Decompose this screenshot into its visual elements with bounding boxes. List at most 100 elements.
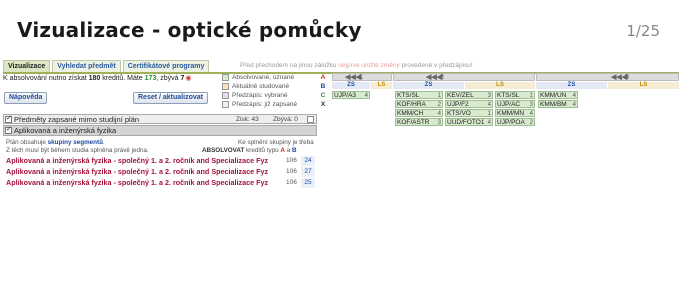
cell-credits: 4 bbox=[529, 111, 533, 117]
plan-course-cell[interactable]: UJP/POA 2 bbox=[495, 118, 535, 126]
info-r2e: B bbox=[291, 147, 297, 154]
plan-course-cell[interactable]: KMM/CH 4 bbox=[395, 109, 443, 117]
legend-code: C bbox=[320, 92, 326, 99]
slide-title: Vizualizace - optické pomůcky bbox=[17, 18, 362, 42]
course-row[interactable]: Aplikovaná a inženýrská fyzika - společn… bbox=[6, 178, 317, 188]
credits-summary: K absolvování nutno získat 180 kreditů. … bbox=[3, 74, 191, 82]
plan-course-cell[interactable]: KEV/ZEL 3 bbox=[445, 91, 493, 99]
course-count: 24 bbox=[301, 156, 315, 166]
cell-credits: 3 bbox=[437, 120, 441, 126]
plan-course-cell[interactable]: KTS/SL 1 bbox=[395, 91, 443, 99]
plan-course-cell[interactable]: UJP/AC 3 bbox=[495, 100, 535, 108]
cell-credits: 4 bbox=[487, 120, 491, 126]
tab-note-pre: Před přechodem na jinou záložku bbox=[240, 62, 339, 69]
legend: Absolvované, uznané A Aktuálně studované B… bbox=[222, 73, 327, 109]
cell-code: KTS/SL bbox=[397, 92, 420, 99]
year-header: ◀◀◀ 3 bbox=[536, 73, 679, 81]
credits-text-2: kreditů. Máte bbox=[100, 75, 145, 82]
course-name[interactable]: Aplikovaná a inženýrská fyzika - společn… bbox=[6, 156, 268, 165]
semester-zs: ZS bbox=[536, 82, 607, 89]
year-header: ◀◀◀ 1 bbox=[332, 73, 392, 81]
info-right-1: Ke splnění skupiny je třeba bbox=[238, 139, 314, 146]
year-label: 2 bbox=[440, 74, 444, 81]
legend-item: Absolvované, uznané A bbox=[222, 73, 327, 82]
cell-code: KOF/HRA bbox=[397, 101, 426, 108]
cell-code: KMM/MN bbox=[497, 110, 525, 117]
info-r2a: ABSOLVOVAT bbox=[202, 147, 245, 154]
cell-code: KOF/ASTR bbox=[397, 119, 430, 126]
info-r2b: kreditů typu bbox=[244, 147, 281, 154]
legend-text: Absolvované, uznané bbox=[232, 74, 295, 81]
info-line-2: Z těch musí být během studia splněna prá… bbox=[6, 147, 149, 154]
cell-code: KMM/CH bbox=[397, 110, 424, 117]
semester-ls: LS bbox=[371, 82, 392, 89]
cell-credits: 4 bbox=[572, 93, 576, 99]
course-credits: 106 bbox=[286, 157, 297, 164]
info-l1a: Plán obsahuje bbox=[6, 139, 48, 146]
info-right-2: ABSOLVOVAT kreditů typu A a B bbox=[202, 147, 297, 155]
legend-swatch bbox=[222, 92, 229, 99]
legend-text: Předzápis: již zapsané bbox=[232, 101, 298, 108]
cell-code: KTS/VO bbox=[447, 110, 471, 117]
cell-credits: 3 bbox=[529, 102, 533, 108]
cell-code: UJP/AC bbox=[497, 101, 521, 108]
legend-item: Aktuálně studované B bbox=[222, 82, 327, 91]
cell-credits: 2 bbox=[437, 102, 441, 108]
legend-item: Předzápis: vybrané C bbox=[222, 91, 327, 100]
plan-course-cell[interactable]: KMM/UN 4 bbox=[538, 91, 578, 99]
course-count: 25 bbox=[301, 178, 315, 188]
year-header: ◀◀◀ 2 bbox=[393, 73, 535, 81]
tab-warning-note: Před přechodem na jinou záložku nejprve … bbox=[240, 62, 473, 69]
plan-course-cell[interactable]: UUD/FOTO1 4 bbox=[445, 118, 493, 126]
group-zbyva: Zbývá: 0 bbox=[273, 116, 298, 123]
tab-note-post: provedené v předzápisu! bbox=[399, 62, 473, 69]
course-name[interactable]: Aplikovaná a inženýrská fyzika - společn… bbox=[6, 167, 268, 176]
reset-button[interactable]: Reset / aktualizovat bbox=[133, 92, 208, 104]
plan-course-cell[interactable]: KMM/MN 4 bbox=[495, 109, 535, 117]
help-button[interactable]: Nápověda bbox=[4, 92, 48, 104]
stag-screenshot: Vizualizace Vyhledat předmět Certifikáto… bbox=[0, 57, 679, 207]
semester-zs: ZS bbox=[332, 82, 370, 89]
cell-credits: 4 bbox=[364, 93, 368, 99]
cell-code: KTS/SL bbox=[497, 92, 520, 99]
legend-text: Aktuálně studované bbox=[232, 83, 290, 90]
cell-credits: 4 bbox=[572, 102, 576, 108]
course-row[interactable]: Aplikovaná a inženýrská fyzika - společn… bbox=[6, 167, 317, 177]
legend-swatch bbox=[222, 101, 229, 108]
group-out-of-plan[interactable]: Předměty zapsané mimo studijní plán Zisk… bbox=[3, 114, 317, 124]
plan-course-cell[interactable]: UJP/A3 4 bbox=[332, 91, 370, 99]
course-row[interactable]: Aplikovaná a inženýrská fyzika - společn… bbox=[6, 156, 317, 166]
year-label: 3 bbox=[625, 74, 629, 81]
plan-course-cell[interactable]: UJP/F2 4 bbox=[445, 100, 493, 108]
semester-ls: LS bbox=[608, 82, 679, 89]
plan-course-cell[interactable]: KMM/BM 4 bbox=[538, 100, 578, 108]
legend-item: Předzápis: již zapsané X bbox=[222, 100, 327, 109]
group-applied-physics[interactable]: Aplikovaná a inženýrská fyzika bbox=[3, 125, 317, 136]
semester-ls: LS bbox=[465, 82, 535, 89]
tab-note-warn: nejprve uložte změny bbox=[338, 62, 400, 69]
course-count: 27 bbox=[301, 167, 315, 177]
year-label: 1 bbox=[359, 74, 363, 81]
group-label: Aplikovaná a inženýrská fyzika bbox=[14, 126, 117, 135]
legend-code: X bbox=[320, 101, 326, 108]
course-credits: 106 bbox=[286, 168, 297, 175]
legend-swatch bbox=[222, 83, 229, 90]
plan-course-cell[interactable]: KOF/HRA 2 bbox=[395, 100, 443, 108]
cell-credits: 4 bbox=[487, 102, 491, 108]
group-checkbox[interactable] bbox=[5, 114, 12, 123]
plan-course-cell[interactable]: KTS/VO 1 bbox=[445, 109, 493, 117]
plan-course-cell[interactable]: KOF/ASTR 3 bbox=[395, 118, 443, 126]
expand-icon[interactable] bbox=[307, 116, 314, 123]
cell-credits: 1 bbox=[437, 93, 441, 99]
cell-credits: 2 bbox=[529, 120, 533, 126]
credits-text-3: , zbývá bbox=[156, 75, 181, 82]
info-r2d: a bbox=[284, 147, 292, 154]
cell-code: KMM/UN bbox=[540, 92, 567, 99]
group-checkbox[interactable] bbox=[5, 125, 12, 134]
cell-code: KEV/ZEL bbox=[447, 92, 474, 99]
chat-bubble-icon: ◉ bbox=[185, 75, 192, 82]
group-zisk: Zisk: 43 bbox=[236, 116, 259, 123]
course-name[interactable]: Aplikovaná a inženýrská fyzika - společn… bbox=[6, 178, 268, 187]
cell-credits: 4 bbox=[437, 111, 441, 117]
plan-course-cell[interactable]: KTS/SL 1 bbox=[495, 91, 535, 99]
